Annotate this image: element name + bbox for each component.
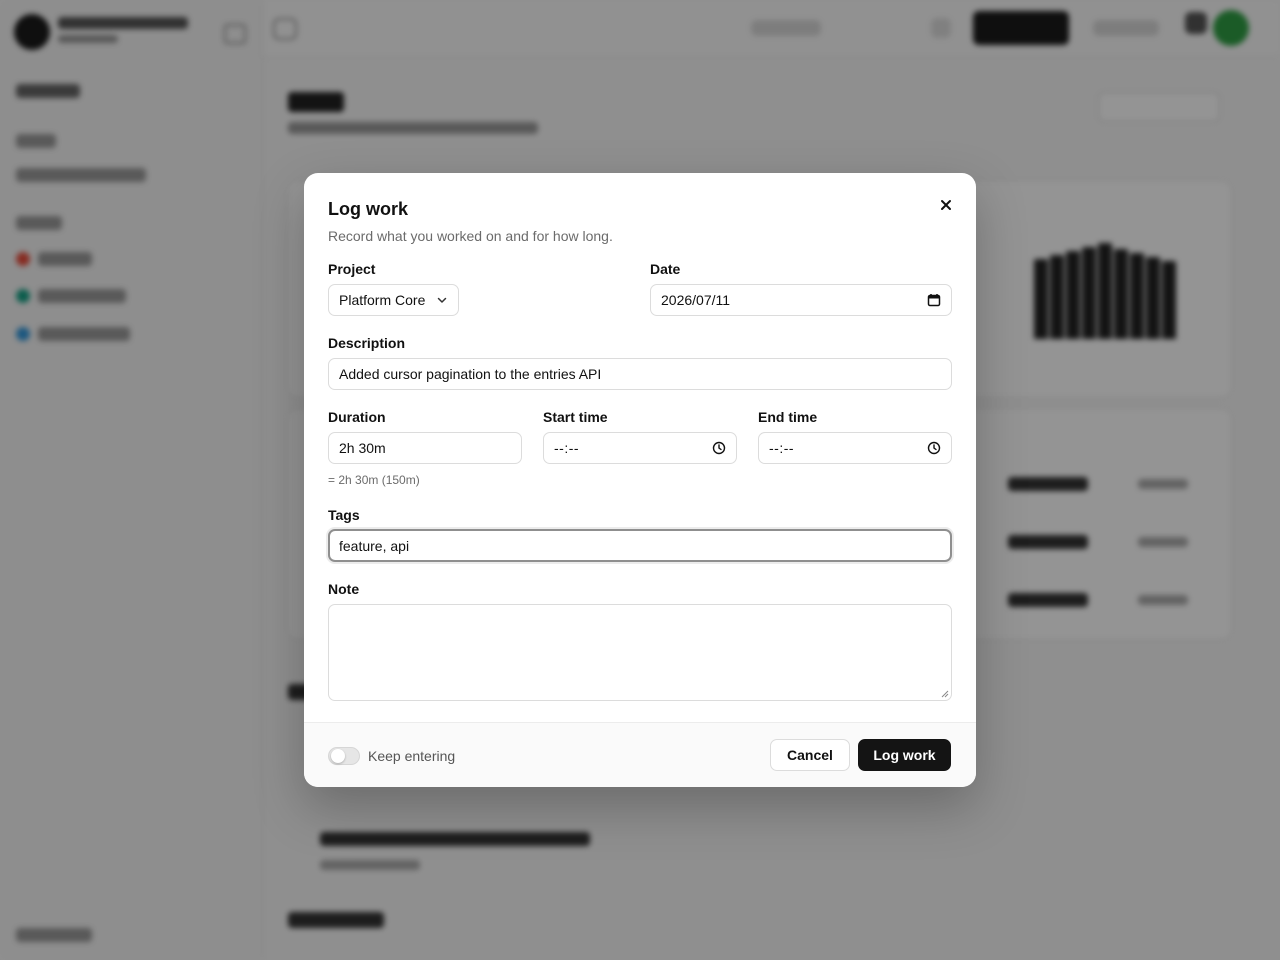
keep-entering-label: Keep entering xyxy=(368,748,456,764)
end-time-input[interactable]: --:-- xyxy=(758,432,952,464)
date-value: 2026/07/11 xyxy=(661,292,731,308)
duration-input[interactable]: 2h 30m xyxy=(328,432,522,464)
cancel-button[interactable]: Cancel xyxy=(770,739,850,771)
chevron-down-icon xyxy=(437,297,447,303)
date-input[interactable]: 2026/07/11 xyxy=(650,284,952,316)
keep-entering-toggle[interactable] xyxy=(328,747,360,765)
start-time-input[interactable]: --:-- xyxy=(543,432,737,464)
duration-hint: = 2h 30m (150m) xyxy=(328,473,420,487)
date-label: Date xyxy=(650,261,681,277)
duration-value: 2h 30m xyxy=(339,440,386,456)
description-label: Description xyxy=(328,335,406,351)
description-input[interactable]: Added cursor pagination to the entries A… xyxy=(328,358,952,390)
toggle-knob xyxy=(331,749,345,763)
dialog-footer: Keep entering Cancel Log work xyxy=(304,722,976,787)
duration-label: Duration xyxy=(328,409,386,425)
note-label: Note xyxy=(328,581,360,597)
dialog-description: Record what you worked on and for how lo… xyxy=(328,228,613,244)
start-time-label: Start time xyxy=(543,409,608,425)
log-work-dialog: Log work Record what you worked on and f… xyxy=(304,173,976,787)
close-icon xyxy=(941,200,951,210)
close-button[interactable] xyxy=(932,191,960,219)
clock-icon[interactable] xyxy=(927,441,941,455)
calendar-icon[interactable] xyxy=(927,293,941,307)
project-select[interactable]: Platform Core xyxy=(328,284,459,316)
resize-handle-icon[interactable] xyxy=(941,690,949,698)
note-textarea[interactable] xyxy=(328,604,952,701)
tags-label: Tags xyxy=(328,507,360,523)
project-value: Platform Core xyxy=(339,292,426,308)
tags-input[interactable]: feature, api xyxy=(328,529,952,562)
clock-icon[interactable] xyxy=(712,441,726,455)
project-label: Project xyxy=(328,261,376,277)
tags-value: feature, api xyxy=(339,537,410,554)
start-time-value: --:-- xyxy=(554,440,580,456)
end-time-label: End time xyxy=(758,409,818,425)
dialog-title: Log work xyxy=(328,199,408,219)
log-work-button[interactable]: Log work xyxy=(858,739,951,771)
description-value: Added cursor pagination to the entries A… xyxy=(339,366,602,382)
end-time-value: --:-- xyxy=(769,440,795,456)
